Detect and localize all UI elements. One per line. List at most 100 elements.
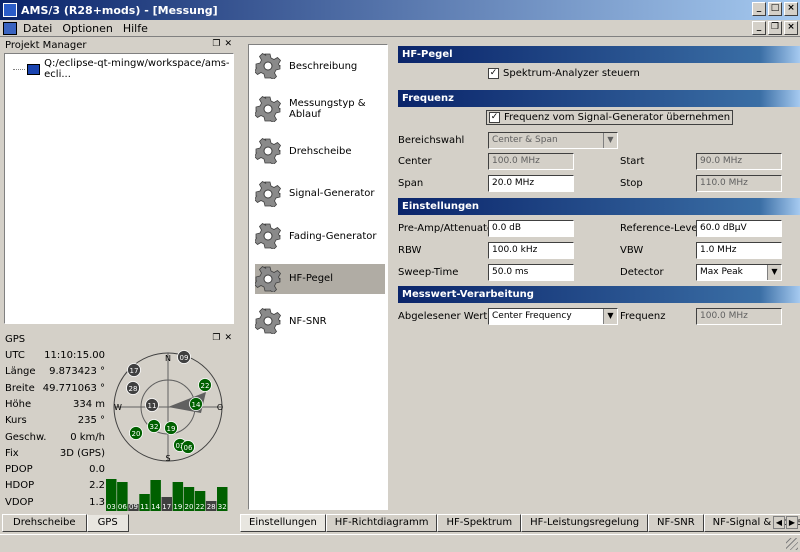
close-button[interactable]: × (784, 2, 798, 16)
compass-w: W (114, 403, 122, 412)
resize-grip-icon[interactable] (786, 538, 798, 550)
preamp-field[interactable]: 0.0 dB (488, 220, 574, 237)
app-icon (3, 3, 17, 17)
sidebar-item-label: Fading-Generator (289, 230, 377, 242)
gps-row: Fix 3D (GPS) (5, 448, 105, 459)
reference-level-field[interactable]: 60.0 dBµV (696, 220, 782, 237)
signal-bar-label: 11 (140, 503, 149, 511)
reference-level-label: Reference-Level (620, 223, 701, 234)
gps-row-value: 235 ° (77, 415, 105, 427)
vbw-field[interactable]: 1.0 MHz (696, 242, 782, 259)
gps-row-label: Länge (5, 366, 36, 378)
section-einstellungen: Einstellungen (398, 198, 800, 215)
left-tab-bar: Drehscheibe GPS (2, 514, 234, 532)
center-field[interactable]: 100.0 MHz (488, 153, 574, 170)
tab-drehscheibe[interactable]: Drehscheibe (2, 514, 87, 532)
gps-row-value: 3D (GPS) (59, 447, 105, 459)
chevron-down-icon[interactable]: ▼ (603, 133, 617, 148)
gps-row-label: Geschw. (5, 431, 47, 443)
close-icon[interactable]: ✕ (224, 333, 232, 343)
mdi-minimize-button[interactable]: _ (752, 21, 766, 35)
main-tab[interactable]: HF-Spektrum (437, 514, 522, 532)
sidebar-item[interactable]: HF-Pegel (254, 263, 385, 294)
frequenz-field[interactable]: 100.0 MHz (696, 308, 782, 325)
mdi-close-button[interactable]: × (784, 21, 798, 35)
freq-from-generator-label: Frequenz vom Signal-Generator übernehmen (504, 112, 731, 123)
gear-icon (254, 308, 281, 335)
float-icon[interactable]: ❐ (212, 39, 220, 49)
project-manager-header: Projekt Manager ❐ ✕ (2, 38, 234, 52)
menu-datei[interactable]: Datei (23, 22, 52, 35)
main-tab[interactable]: HF-Leistungsregelung (521, 514, 649, 532)
tree-item[interactable]: Q:/eclipse-qt-mingw/workspace/ams-ecli..… (13, 58, 233, 80)
project-manager-panel: Projekt Manager ❐ ✕ Q:/eclipse-qt-mingw/w… (2, 38, 234, 326)
menu-hilfe[interactable]: Hilfe (123, 22, 148, 35)
abgelesener-wert-label: Abgelesener Wert (398, 311, 488, 322)
project-icon (27, 63, 41, 75)
sweep-time-label: Sweep-Time (398, 267, 459, 278)
satellite-marker: 09 (177, 350, 191, 364)
menu-bar: Datei Optionen Hilfe _ ❐ × (0, 20, 800, 37)
signal-bar-label: 14 (151, 503, 160, 511)
project-manager-title: Projekt Manager (5, 39, 87, 51)
sweep-time-field[interactable]: 50.0 ms (488, 264, 574, 281)
gps-row: UTC 11:10:15.00 (5, 350, 105, 361)
checkbox-icon: ✓ (488, 68, 499, 79)
spectrum-analyzer-checkbox[interactable]: ✓ Spektrum-Analyzer steuern (488, 68, 640, 79)
sidebar-item[interactable]: Drehscheibe (254, 136, 385, 166)
detector-select[interactable]: Max Peak ▼ (696, 264, 782, 281)
satellite-label: 22 (201, 382, 210, 390)
compass-o: O (217, 403, 223, 412)
rbw-field[interactable]: 100.0 kHz (488, 242, 574, 259)
compass-s: S (165, 454, 170, 463)
satellite-marker: 17 (127, 363, 141, 377)
gps-row-value: 2.2 (89, 480, 105, 492)
frequenz-label: Frequenz (620, 311, 666, 322)
gps-row: Höhe 334 m (5, 399, 105, 410)
minimize-button[interactable]: _ (752, 2, 766, 16)
sidebar-item[interactable]: NF-SNR (254, 306, 385, 336)
gps-header: GPS ❐ ✕ (2, 332, 234, 346)
freq-from-generator-checkbox[interactable]: ✓ Frequenz vom Signal-Generator übernehm… (486, 110, 734, 125)
document-icon[interactable] (3, 21, 17, 35)
tree-item-label: Q:/eclipse-qt-mingw/workspace/ams-ecli..… (44, 58, 230, 80)
center-label: Center (398, 156, 432, 167)
detector-label: Detector (620, 267, 664, 278)
chevron-down-icon[interactable]: ▼ (603, 309, 617, 324)
maximize-button[interactable]: □ (768, 2, 782, 16)
tab-scroll-left-icon[interactable]: ◀ (773, 516, 785, 529)
main-tab[interactable]: Einstellungen (240, 514, 326, 532)
satellite-label: 06 (184, 444, 193, 452)
stop-field[interactable]: 110.0 MHz (696, 175, 782, 192)
gps-row-label: PDOP (5, 464, 33, 476)
sidebar-item[interactable]: Signal-Generator (254, 179, 385, 209)
tab-gps[interactable]: GPS (86, 514, 129, 532)
sidebar-item[interactable]: Fading-Generator (254, 221, 385, 251)
section-messwert-verarbeitung: Messwert-Verarbeitung (398, 286, 800, 303)
main-tab[interactable]: HF-Richtdiagramm (325, 514, 438, 532)
main-tab[interactable]: NF-SNR (648, 514, 704, 532)
sidebar-item[interactable]: Beschreibung (254, 51, 385, 81)
mdi-restore-button[interactable]: ❐ (768, 21, 782, 35)
settings-sidebar: Beschreibung Messungstyp & Ablauf Drehsche… (248, 44, 388, 510)
gps-row-label: Höhe (5, 398, 32, 410)
gps-row-value: 49.771063 ° (42, 382, 105, 394)
chevron-down-icon[interactable]: ▼ (767, 265, 781, 280)
hf-pegel-settings: HF-Pegel ✓ Spektrum-Analyzer steuern Fre… (392, 44, 800, 510)
signal-bar-label: 28 (207, 503, 216, 511)
gps-row-value: 11:10:15.00 (44, 350, 105, 361)
float-icon[interactable]: ❐ (212, 333, 220, 343)
project-tree[interactable]: Q:/eclipse-qt-mingw/workspace/ams-ecli..… (4, 53, 234, 324)
close-icon[interactable]: ✕ (224, 39, 232, 49)
menu-optionen[interactable]: Optionen (62, 22, 112, 35)
span-field[interactable]: 20.0 MHz (488, 175, 574, 192)
gps-panel: GPS ❐ ✕ UTC 11:10:15.00 Länge 9.873423 ° Brei… (2, 332, 234, 512)
abgelesener-wert-select[interactable]: Center Frequency ▼ (488, 308, 618, 325)
signal-bar-label: 22 (196, 503, 205, 511)
sidebar-item[interactable]: Messungstyp & Ablauf (254, 94, 385, 124)
start-field[interactable]: 90.0 MHz (696, 153, 782, 170)
gps-row: Länge 9.873423 ° (5, 366, 105, 377)
bereichswahl-select[interactable]: Center & Span ▼ (488, 132, 618, 149)
tab-scroll-right-icon[interactable]: ▶ (786, 516, 798, 529)
gps-row-label: HDOP (5, 480, 35, 492)
